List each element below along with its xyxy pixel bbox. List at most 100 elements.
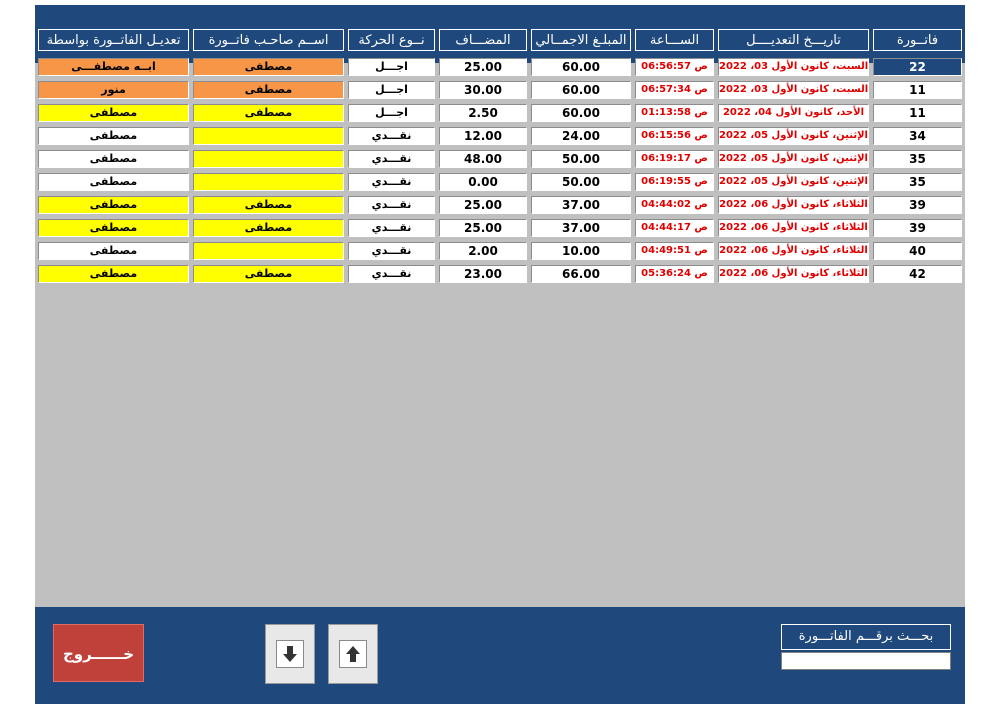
table-row[interactable]: 11 الأحد، كانون الأول 04، 2022 01:13:58 ص6… [35, 104, 965, 122]
cell-added[interactable]: 12.00 [439, 127, 527, 145]
cell-movement-type[interactable]: اجـــل [348, 58, 435, 76]
cell-movement-type[interactable]: نقـــدي [348, 150, 435, 168]
cell-movement-type[interactable]: نقـــدي [348, 127, 435, 145]
cell-owner[interactable] [193, 242, 344, 260]
cell-time[interactable]: 04:44:17 ص [635, 219, 714, 237]
cell-time[interactable]: 06:56:57 ص [635, 58, 714, 76]
cell-time[interactable]: 04:49:51 ص [635, 242, 714, 260]
table-row[interactable]: 35 الإثنين، كانون الأول 05، 2022 06:19:17 … [35, 150, 965, 168]
header-modified-date[interactable]: تاريـــخ التعديــــل [718, 29, 869, 51]
cell-edited-by[interactable]: مصطفى [38, 173, 189, 191]
cell-time[interactable]: 06:19:17 ص [635, 150, 714, 168]
table-row[interactable]: 22 السبت، كانون الأول 03، 2022 06:56:57 ص6… [35, 58, 965, 76]
cell-total[interactable]: 24.00 [531, 127, 631, 145]
cell-invoice[interactable]: 22 [873, 58, 962, 76]
cell-edited-by[interactable]: مصطفى [38, 150, 189, 168]
cell-edited-by[interactable]: مصطفى [38, 196, 189, 214]
search-invoice-input[interactable] [781, 652, 951, 670]
cell-total[interactable]: 37.00 [531, 219, 631, 237]
cell-invoice[interactable]: 42 [873, 265, 962, 283]
cell-movement-type[interactable]: اجـــل [348, 104, 435, 122]
exit-button[interactable]: خــــــروج [53, 624, 144, 682]
cell-invoice[interactable]: 34 [873, 127, 962, 145]
cell-modified-date[interactable]: الثلاثاء، كانون الأول 06، 2022 [718, 265, 869, 283]
cell-invoice[interactable]: 11 [873, 81, 962, 99]
cell-owner[interactable] [193, 150, 344, 168]
cell-modified-date[interactable]: الإثنين، كانون الأول 05، 2022 [718, 150, 869, 168]
table-row[interactable]: 11 السبت، كانون الأول 03، 2022 06:57:34 ص6… [35, 81, 965, 99]
cell-added[interactable]: 25.00 [439, 219, 527, 237]
cell-invoice[interactable]: 39 [873, 196, 962, 214]
cell-edited-by[interactable]: مصطفى [38, 104, 189, 122]
cell-total[interactable]: 10.00 [531, 242, 631, 260]
header-time[interactable]: الســـاعة [635, 29, 714, 51]
cell-edited-by[interactable]: ابــه مصطفـــى [38, 58, 189, 76]
cell-modified-date[interactable]: الثلاثاء، كانون الأول 06، 2022 [718, 219, 869, 237]
cell-added[interactable]: 30.00 [439, 81, 527, 99]
cell-movement-type[interactable]: نقـــدي [348, 173, 435, 191]
cell-movement-type[interactable]: اجـــل [348, 81, 435, 99]
header-total[interactable]: المبلـغ الاجمــالي [531, 29, 631, 51]
cell-modified-date[interactable]: السبت، كانون الأول 03، 2022 [718, 58, 869, 76]
cell-modified-date[interactable]: الأحد، كانون الأول 04، 2022 [718, 104, 869, 122]
cell-modified-date[interactable]: الإثنين، كانون الأول 05، 2022 [718, 173, 869, 191]
table-row[interactable]: 40 الثلاثاء، كانون الأول 06، 2022 04:49:51… [35, 242, 965, 260]
cell-movement-type[interactable]: نقـــدي [348, 196, 435, 214]
cell-added[interactable]: 2.50 [439, 104, 527, 122]
cell-time[interactable]: 06:57:34 ص [635, 81, 714, 99]
cell-total[interactable]: 60.00 [531, 58, 631, 76]
cell-movement-type[interactable]: نقـــدي [348, 265, 435, 283]
cell-added[interactable]: 0.00 [439, 173, 527, 191]
cell-edited-by[interactable]: مصطفى [38, 127, 189, 145]
cell-modified-date[interactable]: الثلاثاء، كانون الأول 06، 2022 [718, 242, 869, 260]
cell-time[interactable]: 04:44:02 ص [635, 196, 714, 214]
cell-owner[interactable]: مصطفى [193, 219, 344, 237]
cell-added[interactable]: 25.00 [439, 196, 527, 214]
cell-owner[interactable] [193, 173, 344, 191]
cell-total[interactable]: 66.00 [531, 265, 631, 283]
cell-owner[interactable]: مصطفى [193, 196, 344, 214]
cell-total[interactable]: 60.00 [531, 104, 631, 122]
table-row[interactable]: 39 الثلاثاء، كانون الأول 06، 2022 04:44:17… [35, 219, 965, 237]
cell-edited-by[interactable]: مصطفى [38, 219, 189, 237]
header-added[interactable]: المضـــاف [439, 29, 527, 51]
cell-invoice[interactable]: 35 [873, 173, 962, 191]
cell-owner[interactable] [193, 127, 344, 145]
cell-time[interactable]: 05:36:24 ص [635, 265, 714, 283]
cell-invoice[interactable]: 11 [873, 104, 962, 122]
cell-edited-by[interactable]: منور [38, 81, 189, 99]
header-edited-by[interactable]: تعديـل الفاتــورة بواسطة [38, 29, 189, 51]
cell-total[interactable]: 37.00 [531, 196, 631, 214]
cell-owner[interactable]: مصطفى [193, 265, 344, 283]
cell-added[interactable]: 2.00 [439, 242, 527, 260]
table-row[interactable]: 39 الثلاثاء، كانون الأول 06، 2022 04:44:02… [35, 196, 965, 214]
cell-modified-date[interactable]: الثلاثاء، كانون الأول 06، 2022 [718, 196, 869, 214]
cell-owner[interactable]: مصطفى [193, 81, 344, 99]
cell-movement-type[interactable]: نقـــدي [348, 242, 435, 260]
cell-movement-type[interactable]: نقـــدي [348, 219, 435, 237]
cell-total[interactable]: 50.00 [531, 150, 631, 168]
header-movement-type[interactable]: نــوع الحركة [348, 29, 435, 51]
cell-total[interactable]: 60.00 [531, 81, 631, 99]
header-invoice[interactable]: فاتــورة [873, 29, 962, 51]
next-record-button[interactable] [265, 624, 315, 684]
table-row[interactable]: 34 الإثنين، كانون الأول 05، 2022 06:15:56 … [35, 127, 965, 145]
cell-modified-date[interactable]: السبت، كانون الأول 03، 2022 [718, 81, 869, 99]
cell-total[interactable]: 50.00 [531, 173, 631, 191]
previous-record-button[interactable] [328, 624, 378, 684]
cell-time[interactable]: 01:13:58 ص [635, 104, 714, 122]
cell-modified-date[interactable]: الإثنين، كانون الأول 05، 2022 [718, 127, 869, 145]
cell-added[interactable]: 48.00 [439, 150, 527, 168]
cell-time[interactable]: 06:15:56 ص [635, 127, 714, 145]
cell-invoice[interactable]: 39 [873, 219, 962, 237]
cell-owner[interactable]: مصطفى [193, 104, 344, 122]
cell-owner[interactable]: مصطفى [193, 58, 344, 76]
cell-invoice[interactable]: 40 [873, 242, 962, 260]
table-row[interactable]: 35 الإثنين، كانون الأول 05، 2022 06:19:55 … [35, 173, 965, 191]
header-owner[interactable]: اســم صاحـب فاتــورة [193, 29, 344, 51]
cell-added[interactable]: 25.00 [439, 58, 527, 76]
cell-invoice[interactable]: 35 [873, 150, 962, 168]
cell-edited-by[interactable]: مصطفى [38, 242, 189, 260]
table-row[interactable]: 42 الثلاثاء، كانون الأول 06، 2022 05:36:24… [35, 265, 965, 283]
cell-added[interactable]: 23.00 [439, 265, 527, 283]
